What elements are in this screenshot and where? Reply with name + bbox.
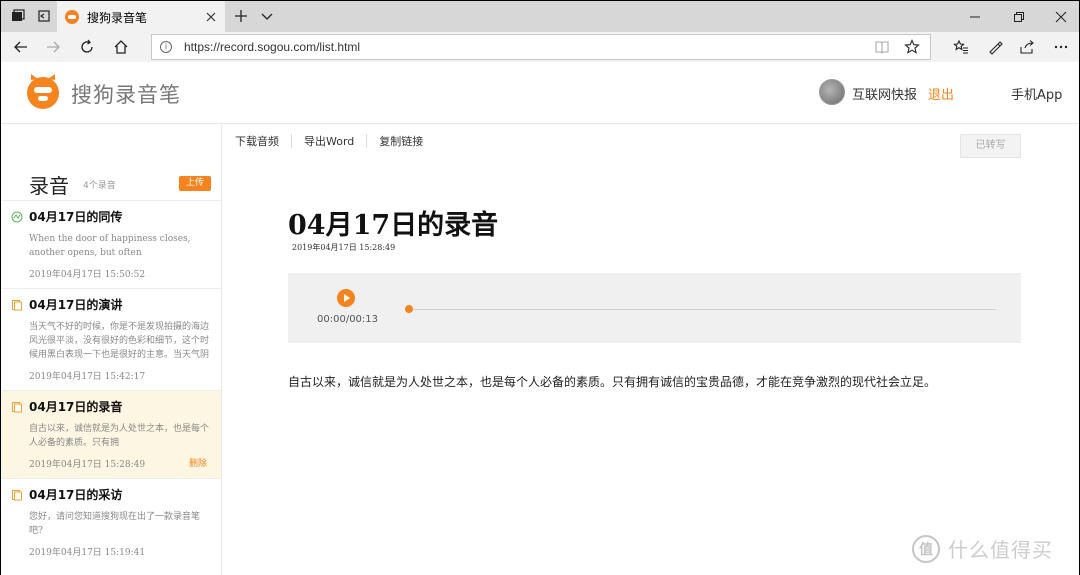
tab-close-icon[interactable] bbox=[203, 9, 219, 25]
reading-view-icon[interactable] bbox=[874, 39, 890, 55]
favorite-star-icon[interactable] bbox=[904, 39, 920, 55]
page-title: 04月17日的录音 bbox=[288, 210, 499, 241]
sogou-favicon-icon bbox=[65, 10, 79, 24]
recording-preview: 您好，请问您知道搜狗现在出了一款录音笔吧? bbox=[29, 512, 201, 536]
tab-set-aside-icon[interactable] bbox=[7, 5, 29, 27]
toolbar-divider bbox=[366, 134, 368, 148]
mobile-app-link[interactable]: 手机App bbox=[1011, 84, 1062, 103]
recording-title: 04月17日的同传 bbox=[29, 210, 123, 224]
refresh-icon[interactable] bbox=[75, 36, 99, 58]
favorites-hub-icon[interactable] bbox=[951, 37, 971, 57]
recording-list-item[interactable]: 04月17日的录音自古以来，诚信就是为人处世之本，也是每个人必备的素质。只有拥 2… bbox=[1, 390, 221, 478]
recording-preview: 当天气不好的时候，你是不是发现拍摄的海边风光很平淡，没有很好的色彩和细节，这个时… bbox=[29, 322, 210, 360]
sidebar-title: 录音 bbox=[29, 174, 69, 198]
download-audio-button[interactable]: 下载音频 bbox=[235, 133, 279, 149]
minimize-icon[interactable] bbox=[965, 7, 985, 27]
app-header: 搜狗录音笔 互联网快报 退出 手机App bbox=[1, 62, 1079, 124]
progress-handle[interactable] bbox=[405, 305, 413, 313]
tab-preview-icon[interactable] bbox=[33, 5, 55, 27]
watermark: 值 什么值得买 bbox=[912, 534, 1053, 563]
pen-annotate-icon[interactable] bbox=[985, 37, 1005, 57]
recording-title: 04月17日的录音 bbox=[29, 400, 123, 414]
tab-title: 搜狗录音笔 bbox=[87, 10, 148, 25]
window-close-icon[interactable] bbox=[1051, 7, 1071, 27]
recording-timestamp: 2019年04月17日 15:28:49 bbox=[29, 460, 146, 470]
recording-list-item[interactable]: 04月17日的演讲当天气不好的时候，你是不是发现拍摄的海边风光很平淡，没有很好的… bbox=[1, 288, 221, 390]
browser-tab-active[interactable]: 搜狗录音笔 bbox=[57, 1, 225, 33]
delete-recording-button[interactable]: 删除 bbox=[189, 456, 207, 469]
export-word-button[interactable]: 导出Word bbox=[304, 133, 354, 149]
play-icon[interactable] bbox=[337, 289, 355, 307]
url-field[interactable]: i https://record.sogou.com/list.html bbox=[151, 34, 931, 60]
tab-list-chevron-icon[interactable] bbox=[257, 6, 277, 26]
sogou-recorder-logo[interactable] bbox=[25, 72, 61, 110]
copy-link-button[interactable]: 复制链接 bbox=[379, 133, 423, 149]
upload-button[interactable]: 上传 bbox=[179, 176, 211, 191]
forward-arrow-icon[interactable] bbox=[41, 36, 65, 58]
document-icon bbox=[12, 402, 22, 413]
site-info-icon[interactable]: i bbox=[160, 41, 172, 53]
browser-address-bar: i https://record.sogou.com/list.html bbox=[0, 32, 1080, 62]
recording-timestamp: 2019年04月17日 15:50:52 bbox=[29, 270, 146, 280]
recordings-sidebar: 录音 4个录音 上传 04月17日的同传 When the door of hap… bbox=[1, 125, 222, 575]
brand-name[interactable]: 搜狗录音笔 bbox=[71, 79, 181, 109]
playback-time: 00:00/00:13 bbox=[317, 314, 379, 325]
progress-track[interactable] bbox=[408, 309, 996, 310]
toolbar-divider bbox=[291, 134, 292, 148]
recording-list-item[interactable]: 04月17日的同传 When the door of happiness clos… bbox=[1, 200, 221, 288]
audio-player: 00:00/00:13 bbox=[288, 273, 1021, 343]
restore-icon[interactable] bbox=[1009, 7, 1029, 27]
more-menu-icon[interactable] bbox=[1051, 37, 1071, 57]
recording-list-item[interactable]: 04月17日的采访您好，请问您知道搜狗现在出了一款录音笔吧? 2019年04月17… bbox=[1, 478, 221, 566]
recording-timestamp: 2019年04月17日 15:19:41 bbox=[29, 548, 146, 558]
browser-tab-bar: 搜狗录音笔 bbox=[0, 0, 1080, 33]
translate-icon bbox=[11, 211, 23, 223]
logout-link[interactable]: 退出 bbox=[928, 84, 954, 103]
main-content: 下载音频 导出Word 复制链接 已转写 04月17日的录音 2019年04月1… bbox=[223, 125, 1079, 575]
recording-preview: When the door of happiness closes, anoth… bbox=[29, 234, 191, 258]
recording-count: 4个录音 bbox=[83, 181, 116, 191]
avatar[interactable] bbox=[819, 79, 845, 105]
transcribed-status-button: 已转写 bbox=[960, 134, 1021, 158]
recording-preview: 自古以来，诚信就是为人处世之本，也是每个人必备的素质。只有拥 bbox=[29, 424, 210, 448]
transcript-text: 自古以来，诚信就是为人处世之本，也是每个人必备的素质。只有拥有诚信的宝贵品德，才… bbox=[288, 375, 937, 389]
url-text[interactable]: https://record.sogou.com/list.html bbox=[184, 40, 360, 54]
new-tab-icon[interactable] bbox=[231, 6, 251, 26]
share-icon[interactable] bbox=[1017, 37, 1037, 57]
recording-title: 04月17日的演讲 bbox=[29, 298, 123, 312]
toolbar: 下载音频 导出Word 复制链接 bbox=[235, 133, 423, 149]
recording-title: 04月17日的采访 bbox=[29, 488, 123, 502]
recording-list: 04月17日的同传 When the door of happiness clos… bbox=[1, 200, 221, 566]
username[interactable]: 互联网快报 bbox=[852, 84, 917, 103]
recording-timestamp: 2019年04月17日 15:42:17 bbox=[29, 372, 146, 382]
back-arrow-icon[interactable] bbox=[9, 36, 33, 58]
watermark-logo-icon: 值 bbox=[912, 534, 940, 563]
home-icon[interactable] bbox=[109, 36, 133, 58]
document-icon bbox=[12, 490, 22, 501]
watermark-text: 什么值得买 bbox=[948, 538, 1053, 562]
document-icon bbox=[12, 300, 22, 311]
recording-date: 2019年04月17日 15:28:49 bbox=[292, 243, 396, 252]
